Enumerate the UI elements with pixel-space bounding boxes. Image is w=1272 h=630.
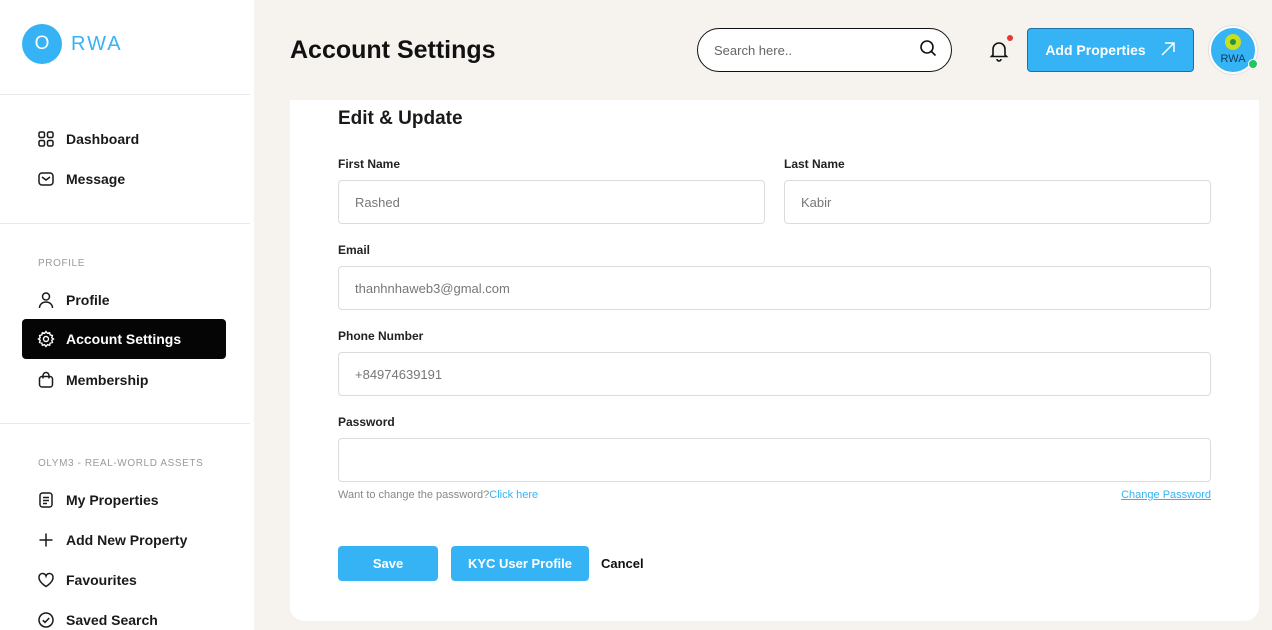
phone-label: Phone Number (338, 329, 424, 343)
sidebar-divider (0, 223, 250, 224)
first-name-label: First Name (338, 157, 401, 171)
last-name-field[interactable] (784, 180, 1211, 224)
sidebar-item-label: Account Settings (66, 331, 182, 347)
email-label: Email (338, 243, 371, 257)
dashboard-icon (37, 130, 55, 148)
sidebar-item-label: Membership (66, 372, 149, 388)
edit-profile-card: Edit & Update First Name Last Name Email… (290, 100, 1259, 621)
phone-field[interactable] (338, 352, 1211, 396)
password-field[interactable] (338, 438, 1211, 482)
notification-dot (1007, 35, 1013, 41)
sidebar-item-label: Add New Property (66, 532, 188, 548)
form-title: Edit & Update (338, 108, 463, 129)
search-bar[interactable] (697, 28, 952, 72)
sidebar-item-label: Message (66, 171, 126, 187)
sidebar-item-my-properties[interactable]: My Properties (22, 480, 226, 520)
sidebar-item-add-new-property[interactable]: Add New Property (22, 520, 226, 560)
sidebar-item-favourites[interactable]: Favourites (22, 560, 226, 600)
arrow-up-right-icon (1160, 41, 1176, 60)
sidebar-section-profile: PROFILE (38, 258, 85, 269)
sidebar-divider (0, 423, 250, 424)
sidebar-section-assets: OLYM3 - REAL-WORLD ASSETS (38, 458, 204, 469)
logo-mark: O (22, 24, 62, 64)
last-name-label: Last Name (784, 157, 845, 171)
brand-logo[interactable]: O RWA (22, 24, 123, 64)
sidebar-divider (0, 94, 250, 95)
kyc-user-profile-button[interactable]: KYC User Profile (451, 546, 589, 581)
first-name-field[interactable] (338, 180, 765, 224)
search-input[interactable] (714, 42, 919, 58)
avatar[interactable]: RWA (1209, 26, 1258, 74)
click-here-link[interactable]: Click here (489, 489, 538, 501)
sidebar: O RWA Dashboard Message PROFILE Profile … (0, 0, 254, 630)
password-hint: Want to change the password?Click here (338, 489, 538, 501)
sidebar-item-message[interactable]: Message (22, 159, 226, 199)
gear-icon (37, 330, 55, 348)
change-password-link[interactable]: Change Password (1121, 489, 1211, 501)
sidebar-item-saved-search[interactable]: Saved Search (22, 600, 226, 630)
sidebar-item-profile[interactable]: Profile (22, 280, 226, 320)
search-icon[interactable] (919, 39, 937, 62)
sidebar-item-membership[interactable]: Membership (22, 360, 226, 400)
logo-text: RWA (71, 32, 123, 55)
sidebar-item-label: Profile (66, 292, 110, 308)
sidebar-item-label: Favourites (66, 572, 137, 588)
check-circle-icon (37, 611, 55, 629)
add-properties-button[interactable]: Add Properties (1027, 28, 1194, 72)
plus-icon (37, 531, 55, 549)
email-field[interactable] (338, 266, 1211, 310)
password-label: Password (338, 415, 395, 429)
sidebar-item-label: Dashboard (66, 131, 140, 147)
online-status-dot (1248, 59, 1258, 69)
mail-icon (37, 170, 55, 188)
bell-icon[interactable] (987, 38, 1011, 62)
bag-icon (37, 371, 55, 389)
cancel-button[interactable]: Cancel (601, 556, 644, 571)
sidebar-item-label: My Properties (66, 492, 159, 508)
sidebar-item-dashboard[interactable]: Dashboard (22, 119, 226, 159)
user-icon (37, 291, 55, 309)
avatar-mark-inner (1230, 39, 1236, 45)
password-hint-text: Want to change the password? (338, 489, 490, 501)
add-properties-label: Add Properties (1045, 42, 1146, 58)
document-icon (37, 491, 55, 509)
page-title: Account Settings (290, 36, 496, 64)
save-button[interactable]: Save (338, 546, 438, 581)
sidebar-item-label: Saved Search (66, 612, 158, 628)
sidebar-item-account-settings[interactable]: Account Settings (22, 319, 226, 359)
heart-icon (37, 571, 55, 589)
